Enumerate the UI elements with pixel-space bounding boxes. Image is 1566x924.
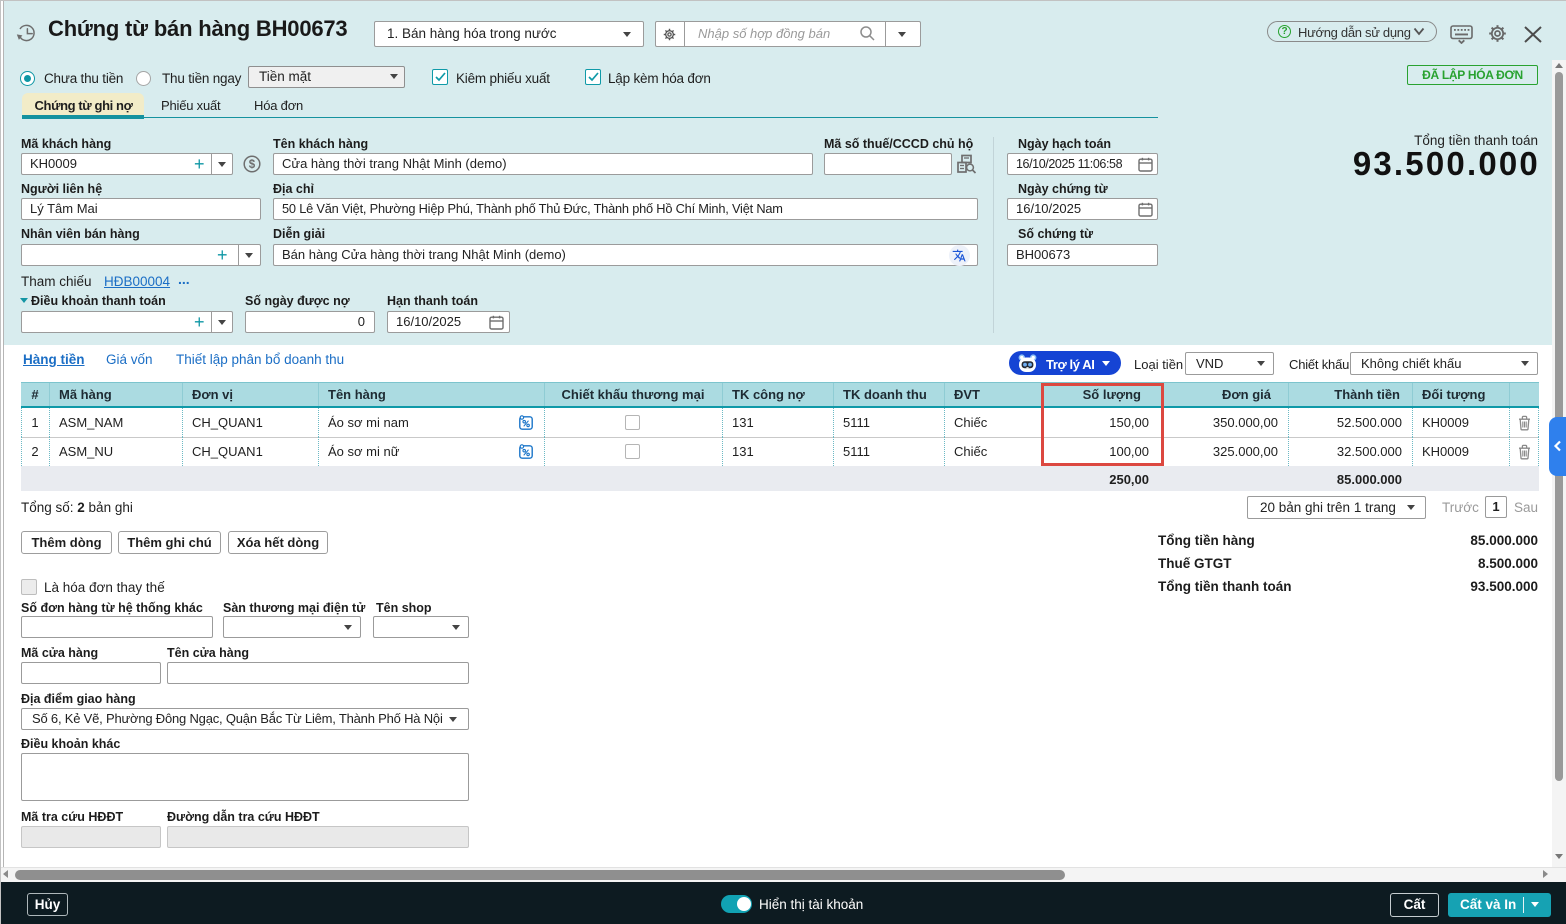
svg-text:$: $ xyxy=(249,159,256,171)
